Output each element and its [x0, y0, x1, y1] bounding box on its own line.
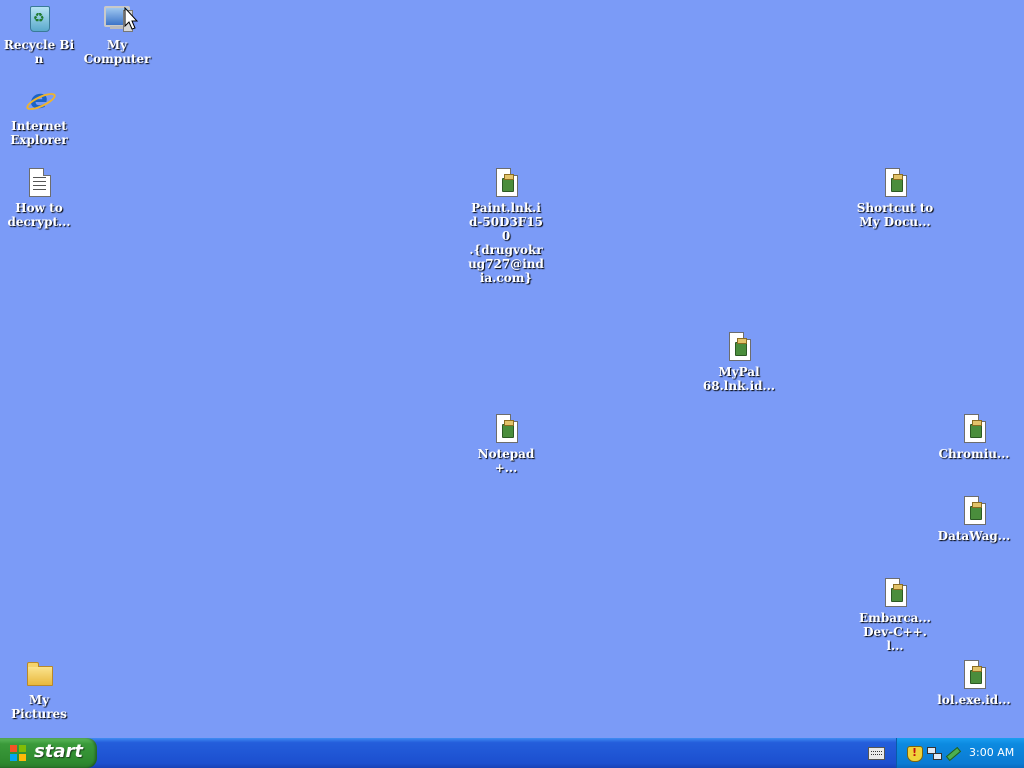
keyboard-language-icon[interactable] [868, 747, 885, 760]
icon-label: Internet Explorer [10, 119, 68, 147]
desktop-icon-paint-encrypted[interactable]: Paint.lnk.i d-50D3F150 .{drugvokr ug727@… [467, 167, 545, 285]
desktop-icon-chromium[interactable]: Chromiu... [935, 413, 1013, 461]
desktop-icon-my-pictures[interactable]: My Pictures [0, 659, 78, 721]
desktop: Recycle Bin My Computer e Internet Explo… [0, 0, 1024, 738]
encrypted-file-icon [729, 332, 751, 361]
encrypted-file-icon [496, 414, 518, 443]
network-icon[interactable] [927, 746, 942, 760]
desktop-icon-internet-explorer[interactable]: e Internet Explorer [0, 85, 78, 147]
encrypted-file-icon [964, 660, 986, 689]
encrypted-file-icon [885, 578, 907, 607]
start-button[interactable]: start [0, 738, 97, 768]
security-shield-icon[interactable] [907, 746, 923, 762]
icon-label: Recycle Bin [3, 38, 75, 66]
icon-label: MyPal 68.lnk.id... [702, 365, 776, 393]
desktop-icon-how-to-decrypt[interactable]: How to decrypt... [0, 167, 78, 229]
desktop-icon-embarcadero-devcpp[interactable]: Embarca... Dev-C++.l... [856, 577, 934, 653]
text-document-icon [29, 168, 51, 197]
clock[interactable]: 3:00 AM [969, 746, 1014, 759]
desktop-icon-mypal[interactable]: MyPal 68.lnk.id... [700, 331, 778, 393]
windows-logo-icon [10, 745, 27, 761]
icon-label: Chromiu... [938, 447, 1010, 461]
icon-label: How to decrypt... [7, 201, 71, 229]
mouse-cursor-icon [124, 7, 138, 30]
pen-tool-icon[interactable] [945, 746, 959, 760]
desktop-icon-datawag[interactable]: DataWag... [935, 495, 1013, 543]
icon-label: My Computer [83, 38, 151, 66]
taskbar: start 3:00 AM [0, 738, 1024, 768]
encrypted-file-icon [964, 496, 986, 525]
icon-label: Notepad+... [477, 447, 535, 475]
encrypted-file-icon [885, 168, 907, 197]
desktop-icon-notepad-plus[interactable]: Notepad+... [467, 413, 545, 475]
icon-label: My Pictures [11, 693, 67, 721]
icon-label: Paint.lnk.i d-50D3F150 .{drugvokr ug727@… [468, 201, 544, 285]
folder-icon [27, 662, 53, 686]
internet-explorer-icon: e [27, 87, 51, 113]
desktop-icon-recycle-bin[interactable]: Recycle Bin [0, 4, 78, 66]
start-label: start [34, 741, 83, 762]
recycle-bin-icon [30, 6, 50, 32]
icon-label: Shortcut to My Docu... [856, 201, 934, 229]
desktop-icon-my-computer[interactable]: My Computer [78, 4, 156, 66]
desktop-icon-shortcut-my-documents[interactable]: Shortcut to My Docu... [856, 167, 934, 229]
icon-label: DataWag... [937, 529, 1011, 543]
icon-label: lol.exe.id... [937, 693, 1011, 707]
encrypted-file-icon [964, 414, 986, 443]
icon-label: Embarca... Dev-C++.l... [859, 611, 931, 653]
system-tray: 3:00 AM [896, 738, 1024, 768]
desktop-icon-lol-exe[interactable]: lol.exe.id... [935, 659, 1013, 707]
encrypted-file-icon [496, 168, 518, 197]
